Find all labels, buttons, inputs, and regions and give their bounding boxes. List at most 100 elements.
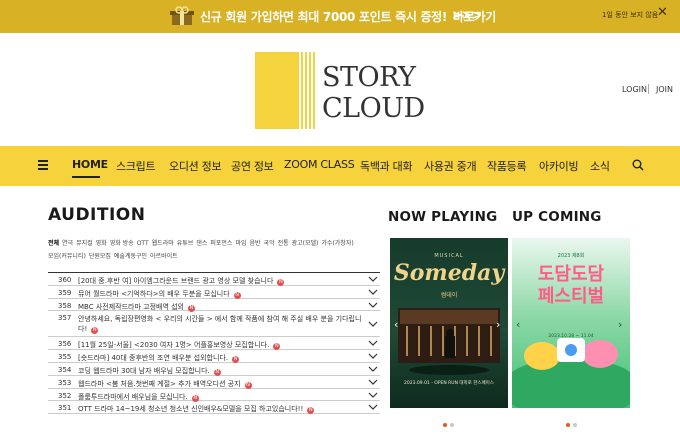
up-coming-pager	[566, 412, 580, 431]
prev-arrow-icon[interactable]: ‹	[516, 318, 520, 331]
nav-register[interactable]: 작품등록	[487, 158, 527, 174]
category-chip[interactable]: 전통	[278, 240, 289, 247]
category-chip[interactable]: 웹드라마	[152, 240, 174, 247]
category-chip[interactable]: 연극	[62, 240, 73, 247]
promo-arrows[interactable]: >>>	[452, 8, 482, 22]
category-chip[interactable]: 예술계동구인	[114, 253, 147, 260]
category-chip[interactable]: 댄스	[196, 240, 207, 247]
category-chip[interactable]: 영화 방송	[110, 240, 134, 247]
row-title[interactable]: 안녕하세요, 독립장편영화 < 우리의 시간들 > 에서 함께 작품에 참여 해…	[78, 314, 363, 335]
category-chip[interactable]: 광고(모델)	[292, 240, 319, 247]
poster-tagline: MUSICAL	[434, 253, 464, 259]
close-icon[interactable]: ✕	[657, 6, 668, 19]
up-coming-poster[interactable]: 2023 제8회 도담도담 페스티벌 2023.10.28 ~ 11.04 ‹ …	[512, 238, 630, 408]
nav-script[interactable]: 스크립트	[116, 158, 156, 174]
chevron-down-icon[interactable]	[368, 319, 378, 329]
category-chip[interactable]: 퍼포먼스	[210, 240, 232, 247]
category-chip[interactable]: OTT	[137, 240, 149, 247]
audition-row[interactable]: 355 [숏드라마] 40대 중후반의 조연 배우분 섭외합니다. N	[48, 350, 380, 364]
row-number: 355	[58, 353, 72, 362]
promo-banner[interactable]: 신규 회원 가입하면 최대 7000 포인트 즉시 증정! 바로가기 >>> 1…	[0, 0, 680, 33]
chevron-down-icon[interactable]	[368, 402, 378, 412]
chevron-down-icon[interactable]	[368, 274, 378, 284]
pager-dot[interactable]	[450, 423, 454, 427]
chevron-down-icon[interactable]	[368, 351, 378, 361]
category-chip[interactable]: 가수(가창자)	[321, 240, 353, 247]
row-title[interactable]: 뮤어 월드라마 <기억하다>의 배우 두분을 모십니다 N	[78, 289, 363, 299]
audition-row[interactable]: 359 뮤어 월드라마 <기억하다>의 배우 두분을 모십니다 N	[48, 286, 380, 299]
nav-archive[interactable]: 아카이빙	[539, 158, 579, 174]
category-chip[interactable]: 영화	[96, 240, 107, 247]
nav-home[interactable]: HOME	[72, 158, 108, 171]
nav-zoom-class[interactable]: ZOOM CLASS	[284, 158, 355, 171]
row-title[interactable]: 폴룸투드라마에서 배우님을 모십니다. N	[78, 392, 363, 402]
category-chip[interactable]: 음반	[250, 240, 261, 247]
category-chip[interactable]: 모임(커뮤니티)	[48, 253, 86, 260]
chevron-down-icon[interactable]	[368, 364, 378, 374]
chevron-down-icon[interactable]	[368, 300, 378, 310]
main-nav: HOME 스크립트 오디션 정보 공연 정보 ZOOM CLASS 독백과 대화…	[0, 146, 680, 186]
row-title[interactable]: MBC 사전제작드라마 고정배역 섭외 N	[78, 302, 363, 312]
row-number: 352	[58, 391, 72, 400]
audition-list: 360 [20대 중.후반 여] 아이엠그라운드 브랜드 광고 영상 모델 찾습니…	[48, 273, 380, 415]
nav-monologue[interactable]: 독백과 대화	[360, 158, 413, 174]
search-icon[interactable]	[632, 159, 644, 171]
pager-dot[interactable]	[573, 423, 577, 427]
row-number: 351	[58, 404, 72, 413]
row-number: 359	[58, 288, 72, 297]
audition-heading: AUDITION	[48, 205, 146, 225]
row-title[interactable]: OTT 드라마 14~19세 청소년 청소년 신인배우&모델을 모집 하고있습니…	[78, 404, 363, 415]
row-title[interactable]: [20대 중.후반 여] 아이엠그라운드 브랜드 광고 영상 모델 찾습니다 N	[78, 276, 363, 286]
chevron-down-icon[interactable]	[368, 338, 378, 348]
audition-row[interactable]: 353 웹드라마 <봄 처음.첫번째 계절> 추가 배역오디션 공지 N	[48, 376, 380, 389]
up-coming-heading: UP COMING	[512, 209, 602, 225]
category-chip[interactable]: 뮤지컬	[76, 240, 93, 247]
auth-divider	[648, 84, 649, 94]
audition-row[interactable]: 356 [11월 25일-서울] <2030 여자 1명> 어플홍보영상 모집합니…	[48, 337, 380, 351]
nav-license[interactable]: 사용권 중개	[424, 158, 477, 174]
hide-today-link[interactable]: 1일 동안 보지 않음	[602, 10, 658, 20]
logo-line-2: CLOUD	[322, 93, 425, 124]
category-chip[interactable]: 전체	[48, 240, 59, 247]
next-arrow-icon[interactable]: ›	[496, 318, 500, 331]
poster-footer: 2023.09.01 - OPEN RUN 대학로 한스페이스	[404, 381, 494, 386]
row-title[interactable]: [숏드라마] 40대 중후반의 조연 배우분 섭외합니다. N	[78, 353, 363, 364]
chevron-down-icon[interactable]	[368, 390, 378, 400]
row-title[interactable]: 웹드라마 <봄 처음.첫번째 계절> 추가 배역오디션 공지 N	[78, 379, 363, 389]
now-playing-pager	[443, 412, 457, 431]
category-chip[interactable]: 단원모집	[89, 253, 111, 260]
row-title[interactable]: [11월 25일-서울] <2030 여자 1명> 어플홍보영상 모집합니다. N	[78, 340, 363, 351]
join-link[interactable]: JOIN	[656, 85, 673, 94]
poster-date: 2023.10.28 ~ 11.04	[548, 334, 594, 339]
nav-audition-info[interactable]: 오디션 정보	[169, 158, 222, 174]
category-chip[interactable]: 마임	[235, 240, 246, 247]
audition-row[interactable]: 352 폴룸투드라마에서 배우님을 모십니다. N	[48, 389, 380, 402]
nav-performance-info[interactable]: 공연 정보	[231, 158, 274, 174]
now-playing-poster[interactable]: MUSICAL Someday 썸데이 2023.09.01 - OPEN RU…	[390, 238, 508, 408]
category-filter: 전체 연극 뮤지컬 영화 영화 방송 OTT 웹드라마 유튜브 댄스 퍼포먼스 마임 음반 국악 전통 광고…	[48, 237, 378, 263]
login-link[interactable]: LOGIN	[622, 85, 647, 94]
audition-row[interactable]: 358 MBC 사전제작드라마 고정배역 섭외 N	[48, 299, 380, 312]
category-chip[interactable]: 유튜브	[177, 240, 194, 247]
promo-message: 신규 회원 가입하면 최대 7000 포인트 즉시 증정!	[200, 10, 448, 24]
prev-arrow-icon[interactable]: ‹	[394, 318, 398, 331]
audition-row[interactable]: 354 코딩 웹드라마 30대 남자 배우님 모집합니다. N	[48, 363, 380, 376]
category-chip[interactable]: 국악	[264, 240, 275, 247]
row-number: 358	[58, 301, 72, 310]
pager-dot-active[interactable]	[443, 423, 447, 427]
audition-row[interactable]: 351 OTT 드라마 14~19세 청소년 청소년 신인배우&모델을 모집 하고…	[48, 401, 380, 415]
category-chip[interactable]: 아르바이트	[150, 253, 178, 260]
row-title[interactable]: 코딩 웹드라마 30대 남자 배우님 모집합니다. N	[78, 366, 363, 376]
menu-icon[interactable]	[38, 160, 48, 170]
chevron-down-icon[interactable]	[368, 287, 378, 297]
nav-news[interactable]: 소식	[590, 158, 610, 174]
audition-row[interactable]: 360 [20대 중.후반 여] 아이엠그라운드 브랜드 광고 영상 모델 찾습니…	[48, 273, 380, 286]
new-badge: N	[307, 407, 315, 415]
pager-dot-active[interactable]	[566, 423, 570, 427]
chevron-down-icon[interactable]	[368, 377, 378, 387]
site-logo[interactable]: STORY CLOUD	[255, 52, 430, 129]
poster-tagline: 2023 제8회	[557, 253, 585, 259]
audition-row[interactable]: 357 안녕하세요, 독립장편영화 < 우리의 시간들 > 에서 함께 작품에 참…	[48, 311, 380, 338]
logo-stripes	[297, 52, 317, 129]
next-arrow-icon[interactable]: ›	[618, 318, 622, 331]
